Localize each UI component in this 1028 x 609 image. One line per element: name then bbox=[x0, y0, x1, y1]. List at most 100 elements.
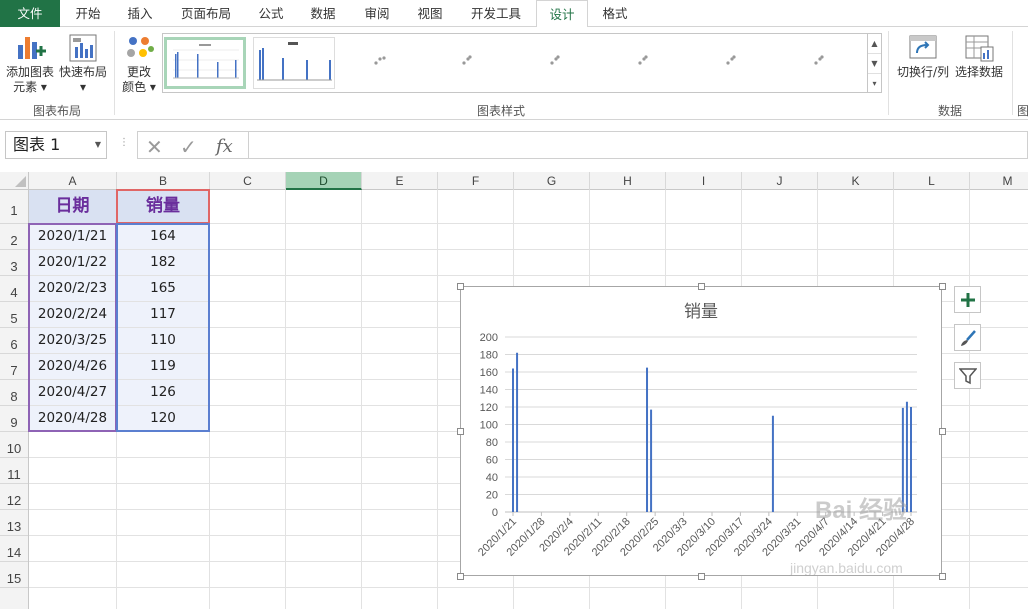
ribbon-tab-bar: 文件 开始 插入 页面布局 公式 数据 审阅 视图 开发工具 设计 格式 bbox=[0, 0, 1028, 28]
chart-title: 销量 bbox=[684, 302, 718, 322]
resize-handle[interactable] bbox=[698, 573, 705, 580]
y-tick-label: 200 bbox=[480, 332, 498, 344]
chart-style-thumb-icon bbox=[167, 40, 243, 86]
resize-handle[interactable] bbox=[457, 573, 464, 580]
column-header-a[interactable]: A bbox=[29, 172, 117, 190]
row-header-9[interactable]: 9 bbox=[0, 406, 28, 432]
row-header-6[interactable]: 6 bbox=[0, 328, 28, 354]
column-header-j[interactable]: J bbox=[742, 172, 818, 190]
chart-styles-button[interactable] bbox=[954, 324, 981, 351]
ribbon: 添加图表 元素 ▾ 快速布局 ▾ 图表布局 更改 颜色 ▾ ▲ ▼ ▾ 图表样式… bbox=[0, 27, 1028, 120]
row-header-14[interactable]: 14 bbox=[0, 536, 28, 562]
confirm-icon[interactable]: ✓ bbox=[180, 135, 197, 159]
row-header-13[interactable]: 13 bbox=[0, 510, 28, 536]
chart-style-5[interactable] bbox=[517, 37, 599, 89]
grid-hline bbox=[29, 587, 1028, 588]
tab-insert[interactable]: 插入 bbox=[114, 0, 166, 27]
chart-filters-button[interactable] bbox=[954, 362, 981, 389]
gallery-more-icon[interactable]: ▾ bbox=[868, 74, 881, 94]
resize-handle[interactable] bbox=[939, 283, 946, 290]
chart-style-7[interactable] bbox=[693, 37, 775, 89]
tab-home[interactable]: 开始 bbox=[62, 0, 114, 27]
row-header-7[interactable]: 7 bbox=[0, 354, 28, 380]
group-label-cut: 图 bbox=[1016, 104, 1028, 118]
chart-style-8[interactable] bbox=[781, 37, 863, 89]
chart-bar bbox=[771, 415, 774, 512]
column-header-k[interactable]: K bbox=[818, 172, 894, 190]
row-header-11[interactable]: 11 bbox=[0, 458, 28, 484]
chart-style-dots-icon bbox=[726, 55, 736, 65]
gallery-scrollbar[interactable]: ▲ ▼ ▾ bbox=[868, 33, 882, 93]
column-header-l[interactable]: L bbox=[894, 172, 970, 190]
chevron-down-icon[interactable]: ▼ bbox=[95, 132, 101, 158]
select-all-corner[interactable] bbox=[0, 172, 29, 190]
tab-review[interactable]: 审阅 bbox=[350, 0, 404, 27]
resize-handle[interactable] bbox=[698, 283, 705, 290]
y-tick-label: 0 bbox=[492, 507, 498, 519]
tab-file[interactable]: 文件 bbox=[0, 0, 60, 27]
tab-page-layout[interactable]: 页面布局 bbox=[166, 0, 246, 27]
tab-format[interactable]: 格式 bbox=[590, 0, 640, 27]
tab-view[interactable]: 视图 bbox=[404, 0, 456, 27]
add-chart-element-label: 添加图表 bbox=[5, 65, 54, 79]
column-header-c[interactable]: C bbox=[210, 172, 286, 190]
row-header-4[interactable]: 4 bbox=[0, 276, 28, 302]
scroll-up-icon[interactable]: ▲ bbox=[868, 34, 881, 54]
resize-handle[interactable] bbox=[939, 428, 946, 435]
row-header-8[interactable]: 8 bbox=[0, 380, 28, 406]
tab-developer[interactable]: 开发工具 bbox=[456, 0, 536, 27]
chart-bar bbox=[650, 409, 653, 512]
row-header-1[interactable]: 1 bbox=[0, 190, 28, 224]
values-range bbox=[116, 223, 210, 432]
category-range bbox=[28, 223, 117, 432]
series-name-range bbox=[116, 189, 210, 224]
chart-style-2[interactable] bbox=[253, 37, 335, 89]
column-header-m[interactable]: M bbox=[970, 172, 1028, 190]
chart-plot: 销量0204060801001201401601802002020/1/2120… bbox=[476, 302, 917, 559]
column-header-e[interactable]: E bbox=[362, 172, 438, 190]
row-header-5[interactable]: 5 bbox=[0, 302, 28, 328]
chart-style-4[interactable] bbox=[429, 37, 511, 89]
select-data-label: 选择数据 bbox=[954, 65, 1003, 79]
row-header-bar: 1 2 3 4 5 6 7 8 9 10 11 12 13 14 15 bbox=[0, 190, 29, 609]
row-header-15[interactable]: 15 bbox=[0, 562, 28, 588]
column-header-d[interactable]: D bbox=[286, 172, 362, 190]
change-colors-button[interactable]: 更改 颜色 ▾ bbox=[118, 33, 160, 95]
cancel-icon[interactable]: ✕ bbox=[146, 135, 163, 159]
chart-style-3[interactable] bbox=[341, 37, 423, 89]
quick-layout-button[interactable]: 快速布局 ▾ bbox=[57, 33, 109, 95]
column-header-g[interactable]: G bbox=[514, 172, 590, 190]
add-chart-element-button[interactable]: 添加图表 元素 ▾ bbox=[4, 33, 56, 95]
select-data-button[interactable]: 选择数据 bbox=[952, 33, 1006, 80]
chart-style-6[interactable] bbox=[605, 37, 687, 89]
chart[interactable]: 销量 0 20 40 60 80 100 120 140 160 180 200 2020/1/21 20… bbox=[460, 286, 942, 576]
switch-row-column-button[interactable]: 切换行/列 bbox=[894, 33, 952, 80]
scroll-down-icon[interactable]: ▼ bbox=[868, 54, 881, 74]
column-header-i[interactable]: I bbox=[666, 172, 742, 190]
insert-function-icon[interactable]: fx bbox=[216, 136, 233, 157]
row-header-3[interactable]: 3 bbox=[0, 250, 28, 276]
row-header-2[interactable]: 2 bbox=[0, 224, 28, 250]
name-box[interactable]: 图表 1 ▼ bbox=[5, 131, 107, 159]
watermark: Bai 经验 bbox=[815, 497, 908, 524]
chart-style-1[interactable] bbox=[164, 37, 246, 89]
header-cell-date[interactable]: 日期 bbox=[29, 190, 116, 223]
column-header-h[interactable]: H bbox=[590, 172, 666, 190]
chart-style-dots-icon bbox=[462, 55, 472, 65]
tab-design[interactable]: 设计 bbox=[536, 0, 588, 28]
row-header-12[interactable]: 12 bbox=[0, 484, 28, 510]
formula-input[interactable] bbox=[249, 131, 1028, 159]
row-header-10[interactable]: 10 bbox=[0, 432, 28, 458]
column-header-b[interactable]: B bbox=[117, 172, 210, 190]
chart-elements-button[interactable] bbox=[954, 286, 981, 313]
select-data-icon bbox=[965, 35, 994, 62]
resize-handle[interactable] bbox=[457, 283, 464, 290]
tab-formulas[interactable]: 公式 bbox=[246, 0, 296, 27]
tab-data[interactable]: 数据 bbox=[296, 0, 350, 27]
resize-handle[interactable] bbox=[939, 573, 946, 580]
resize-handle[interactable] bbox=[457, 428, 464, 435]
chart-style-dots-icon bbox=[638, 55, 648, 65]
add-chart-element-label2: 元素 bbox=[13, 80, 38, 94]
column-header-f[interactable]: F bbox=[438, 172, 514, 190]
select-all-icon bbox=[15, 176, 26, 187]
